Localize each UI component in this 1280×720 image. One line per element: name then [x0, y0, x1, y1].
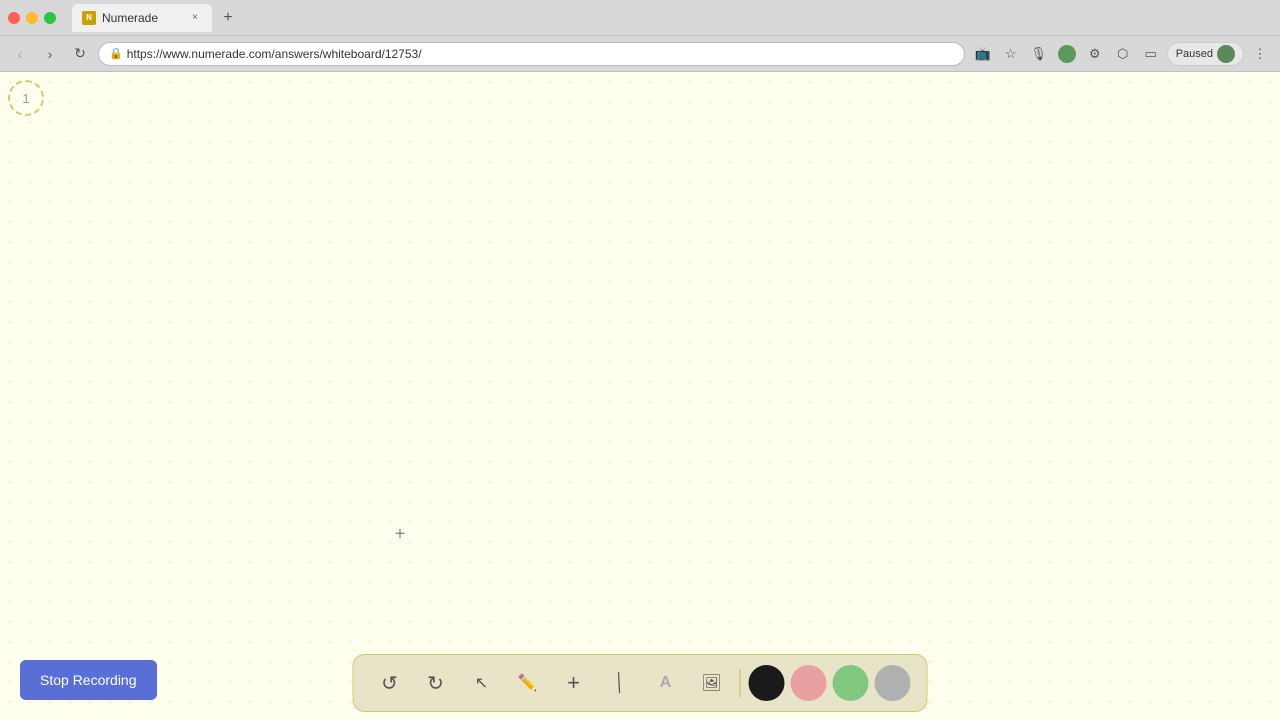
url-text: https://www.numerade.com/answers/whitebo…: [127, 47, 422, 61]
user-avatar: [1217, 45, 1235, 63]
back-button[interactable]: ‹: [8, 42, 32, 66]
paused-label: Paused: [1176, 48, 1213, 60]
menu-icon[interactable]: ⋮: [1248, 42, 1272, 66]
pen-tool-icon: ✏️: [518, 673, 538, 693]
color-pink[interactable]: [791, 665, 827, 701]
url-bar[interactable]: 🔒 https://www.numerade.com/answers/white…: [98, 42, 965, 66]
add-tool-button[interactable]: +: [554, 663, 594, 703]
page-indicator: 1: [8, 80, 44, 116]
screen-icon[interactable]: ▭: [1139, 42, 1163, 66]
new-tab-button[interactable]: +: [216, 6, 240, 30]
add-tool-icon: +: [567, 670, 580, 696]
traffic-lights: [8, 12, 56, 24]
color-gray[interactable]: [875, 665, 911, 701]
close-button[interactable]: [8, 12, 20, 24]
redo-icon: ↻: [427, 671, 444, 696]
profile-icon[interactable]: [1055, 42, 1079, 66]
extension2-icon[interactable]: ⬡: [1111, 42, 1135, 66]
tab-close-button[interactable]: ×: [188, 11, 202, 25]
text-tool-icon: A: [660, 674, 672, 692]
eraser-tool-icon: ╱: [610, 672, 628, 694]
eraser-tool-button[interactable]: ╱: [600, 663, 640, 703]
maximize-button[interactable]: [44, 12, 56, 24]
forward-button[interactable]: ›: [38, 42, 62, 66]
title-bar: N Numerade × +: [0, 0, 1280, 36]
cast-icon[interactable]: 📺: [971, 42, 995, 66]
reload-button[interactable]: ↻: [68, 42, 92, 66]
text-tool-button[interactable]: A: [646, 663, 686, 703]
minimize-button[interactable]: [26, 12, 38, 24]
image-tool-button[interactable]: 🖼: [692, 663, 732, 703]
whiteboard-canvas[interactable]: 1 + Stop Recording ↺ ↻ ↖ ✏️ +: [0, 72, 1280, 720]
lock-icon: 🔒: [109, 47, 123, 60]
cursor-crosshair: +: [395, 524, 406, 545]
undo-button[interactable]: ↺: [370, 663, 410, 703]
mic-icon[interactable]: 🎙: [1027, 42, 1051, 66]
extension1-icon[interactable]: ⚙: [1083, 42, 1107, 66]
pen-tool-button[interactable]: ✏️: [508, 663, 548, 703]
bookmark-icon[interactable]: ☆: [999, 42, 1023, 66]
tab-favicon-img: N: [82, 11, 96, 25]
stop-recording-button[interactable]: Stop Recording: [20, 660, 157, 700]
tab-bar: N Numerade × +: [72, 4, 1272, 32]
address-bar: ‹ › ↻ 🔒 https://www.numerade.com/answers…: [0, 36, 1280, 72]
paused-badge: Paused: [1167, 42, 1244, 66]
undo-icon: ↺: [381, 671, 398, 696]
tab-label: Numerade: [102, 11, 182, 25]
browser-toolbar-icons: 📺 ☆ 🎙 ⚙ ⬡ ▭ Paused ⋮: [971, 42, 1272, 66]
cursor-tool-icon: ↖: [475, 673, 488, 693]
color-black[interactable]: [749, 665, 785, 701]
color-green[interactable]: [833, 665, 869, 701]
image-tool-icon: 🖼: [701, 673, 721, 693]
page-number: 1: [22, 91, 29, 106]
drawing-toolbar: ↺ ↻ ↖ ✏️ + ╱ A 🖼: [353, 654, 928, 712]
color-separator: [740, 669, 741, 697]
redo-button[interactable]: ↻: [416, 663, 456, 703]
tab-favicon: N: [82, 11, 96, 25]
active-tab[interactable]: N Numerade ×: [72, 4, 212, 32]
cursor-tool-button[interactable]: ↖: [462, 663, 502, 703]
